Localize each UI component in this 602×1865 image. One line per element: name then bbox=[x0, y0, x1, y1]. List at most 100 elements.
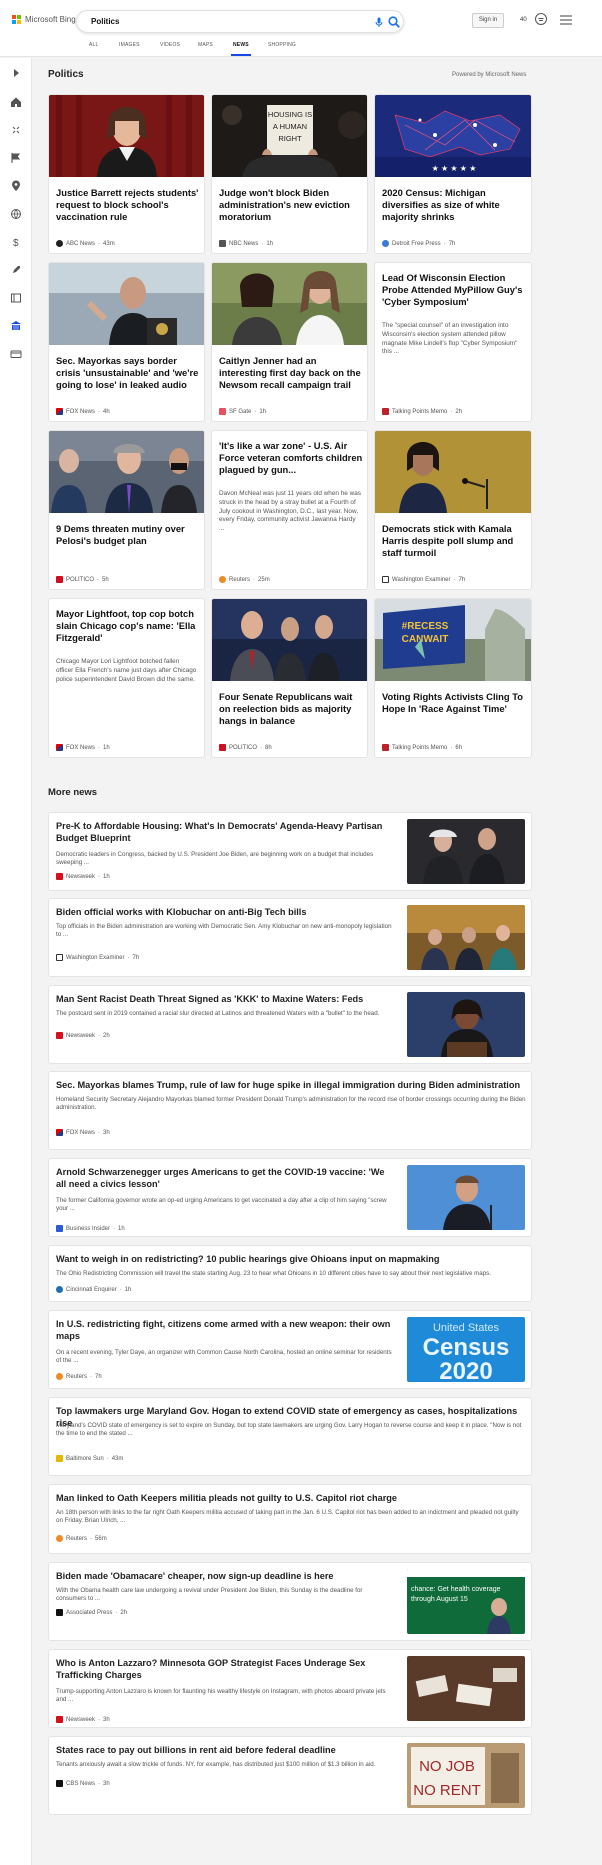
news-source[interactable]: FOX News · 3h bbox=[56, 1129, 110, 1136]
news-source[interactable]: Talking Points Memo · 6h bbox=[382, 744, 462, 751]
news-title[interactable]: Caitlyn Jenner had an interesting first … bbox=[219, 355, 363, 392]
news-source[interactable]: Reuters · 25m bbox=[219, 576, 270, 583]
news-source[interactable]: Business Insider · 1h bbox=[56, 1225, 125, 1232]
news-title[interactable]: Voting Rights Activists Cling To Hope In… bbox=[382, 691, 526, 715]
news-title[interactable]: Arnold Schwarzenegger urges Americans to… bbox=[56, 1166, 394, 1190]
news-card[interactable]: Mayor Lightfoot, top cop botch slain Chi… bbox=[48, 598, 205, 758]
list-item[interactable]: States race to pay out billions in rent … bbox=[48, 1736, 532, 1815]
list-item[interactable]: Man linked to Oath Keepers militia plead… bbox=[48, 1484, 532, 1554]
news-title[interactable]: Lead Of Wisconsin Election Probe Attende… bbox=[382, 272, 526, 309]
rocket-icon[interactable] bbox=[10, 264, 22, 276]
news-title[interactable]: Who is Anton Lazzaro? Minnesota GOP Stra… bbox=[56, 1657, 394, 1681]
list-item[interactable]: Want to weigh in on redistricting? 10 pu… bbox=[48, 1245, 532, 1302]
news-source[interactable]: Associated Press · 2h bbox=[56, 1609, 127, 1616]
menu-icon[interactable] bbox=[560, 15, 572, 25]
news-title[interactable]: Justice Barrett rejects students' reques… bbox=[56, 187, 200, 224]
search-box[interactable]: Politics bbox=[76, 10, 404, 33]
news-title[interactable]: Want to weigh in on redistricting? 10 pu… bbox=[56, 1253, 526, 1265]
news-thumbnail: HOUSING IS A HUMAN RIGHT bbox=[212, 95, 367, 177]
tab-shopping[interactable]: SHOPPING bbox=[268, 42, 296, 48]
svg-text:NO JOB: NO JOB bbox=[419, 1758, 475, 1775]
news-title[interactable]: Democrats stick with Kamala Harris despi… bbox=[382, 523, 526, 560]
tab-images[interactable]: IMAGES bbox=[119, 42, 140, 48]
news-title[interactable]: Sec. Mayorkas blames Trump, rule of law … bbox=[56, 1079, 526, 1091]
card-icon[interactable] bbox=[10, 348, 22, 360]
news-source[interactable]: Newsweek · 2h bbox=[56, 1032, 110, 1039]
sparkle-icon[interactable] bbox=[10, 124, 22, 136]
home-icon[interactable] bbox=[10, 96, 22, 108]
news-source[interactable]: Detroit Free Press · 7h bbox=[382, 240, 455, 247]
rewards-icon[interactable] bbox=[534, 12, 548, 26]
news-card[interactable]: Democrats stick with Kamala Harris despi… bbox=[374, 430, 532, 590]
news-source[interactable]: Cincinnati Enquirer · 1h bbox=[56, 1286, 131, 1293]
news-title[interactable]: Biden official works with Klobuchar on a… bbox=[56, 906, 394, 918]
microphone-icon[interactable] bbox=[373, 16, 385, 28]
news-title[interactable]: 2020 Census: Michigan diversifies as siz… bbox=[382, 187, 526, 224]
tab-news[interactable]: NEWS bbox=[233, 42, 249, 48]
news-title[interactable]: Judge won't block Biden administration's… bbox=[219, 187, 363, 224]
list-item[interactable]: In U.S. redistricting fight, citizens co… bbox=[48, 1310, 532, 1389]
news-source[interactable]: Newsweek · 3h bbox=[56, 1716, 110, 1723]
news-title[interactable]: States race to pay out billions in rent … bbox=[56, 1744, 394, 1756]
news-title[interactable]: Man linked to Oath Keepers militia plead… bbox=[56, 1492, 526, 1504]
news-source[interactable]: NBC News · 1h bbox=[219, 240, 273, 247]
news-source[interactable]: Reuters · 7h bbox=[56, 1373, 102, 1380]
news-source[interactable]: POLITICO · 5h bbox=[56, 576, 109, 583]
sign-in-button[interactable]: Sign in bbox=[472, 13, 504, 28]
news-card[interactable]: Four Senate Republicans wait on reelecti… bbox=[211, 598, 368, 758]
search-icon[interactable] bbox=[387, 15, 401, 29]
list-item[interactable]: Biden official works with Klobuchar on a… bbox=[48, 898, 532, 977]
search-input[interactable]: Politics bbox=[91, 17, 119, 26]
news-card[interactable]: ★ ★ ★ ★ ★ 2020 Census: Michigan diversif… bbox=[374, 94, 532, 254]
politics-icon[interactable] bbox=[10, 320, 22, 332]
news-source[interactable]: POLITICO · 8h bbox=[219, 744, 272, 751]
news-source[interactable]: Talking Points Memo · 2h bbox=[382, 408, 462, 415]
news-source[interactable]: Reuters · 56m bbox=[56, 1535, 107, 1542]
news-card[interactable]: Sec. Mayorkas says border crisis 'unsust… bbox=[48, 262, 205, 422]
list-item[interactable]: Arnold Schwarzenegger urges Americans to… bbox=[48, 1158, 532, 1237]
news-card[interactable]: 9 Dems threaten mutiny over Pelosi's bud… bbox=[48, 430, 205, 590]
tab-videos[interactable]: VIDEOS bbox=[160, 42, 180, 48]
news-source[interactable]: Washington Examiner · 7h bbox=[56, 954, 139, 961]
list-item[interactable]: Top lawmakers urge Maryland Gov. Hogan t… bbox=[48, 1397, 532, 1476]
film-icon[interactable] bbox=[10, 292, 22, 304]
news-source[interactable]: Baltimore Sun · 43m bbox=[56, 1455, 123, 1462]
news-source[interactable]: ABC News · 43m bbox=[56, 240, 115, 247]
news-title[interactable]: Four Senate Republicans wait on reelecti… bbox=[219, 691, 363, 728]
list-item[interactable]: Pre-K to Affordable Housing: What's In D… bbox=[48, 812, 532, 891]
bing-logo[interactable]: Microsoft Bing bbox=[12, 15, 76, 24]
news-title[interactable]: Biden made 'Obamacare' cheaper, now sign… bbox=[56, 1570, 394, 1582]
news-source[interactable]: Newsweek · 1h bbox=[56, 873, 110, 880]
news-title[interactable]: 9 Dems threaten mutiny over Pelosi's bud… bbox=[56, 523, 200, 547]
list-item[interactable]: Biden made 'Obamacare' cheaper, now sign… bbox=[48, 1562, 532, 1641]
news-title[interactable]: Man Sent Racist Death Threat Signed as '… bbox=[56, 993, 394, 1005]
news-title[interactable]: 'It's like a war zone' - U.S. Air Force … bbox=[219, 440, 363, 477]
news-source[interactable]: FOX News · 1h bbox=[56, 744, 110, 751]
svg-text:through August 15: through August 15 bbox=[411, 1596, 468, 1603]
news-source[interactable]: SF Gate · 1h bbox=[219, 408, 266, 415]
news-source[interactable]: Washington Examiner · 7h bbox=[382, 576, 465, 583]
news-card[interactable]: Caitlyn Jenner had an interesting first … bbox=[211, 262, 368, 422]
flag-icon[interactable] bbox=[10, 152, 22, 164]
location-icon[interactable] bbox=[10, 180, 22, 192]
news-card[interactable]: #RECESS CANWAIT Voting Rights Activists C… bbox=[374, 598, 532, 758]
news-card[interactable]: Justice Barrett rejects students' reques… bbox=[48, 94, 205, 254]
list-item[interactable]: Sec. Mayorkas blames Trump, rule of law … bbox=[48, 1071, 532, 1150]
news-title[interactable]: Mayor Lightfoot, top cop botch slain Chi… bbox=[56, 608, 200, 645]
tab-all[interactable]: ALL bbox=[89, 42, 99, 48]
news-title[interactable]: Sec. Mayorkas says border crisis 'unsust… bbox=[56, 355, 200, 392]
list-item[interactable]: Man Sent Racist Death Threat Signed as '… bbox=[48, 985, 532, 1064]
news-source[interactable]: FOX News · 4h bbox=[56, 408, 110, 415]
expand-icon[interactable] bbox=[10, 67, 22, 79]
list-item[interactable]: Who is Anton Lazzaro? Minnesota GOP Stra… bbox=[48, 1649, 532, 1728]
news-title[interactable]: In U.S. redistricting fight, citizens co… bbox=[56, 1318, 394, 1342]
rewards-points[interactable]: 40 bbox=[520, 17, 527, 23]
news-title[interactable]: Pre-K to Affordable Housing: What's In D… bbox=[56, 820, 394, 844]
news-card[interactable]: HOUSING IS A HUMAN RIGHT Judge won't block… bbox=[211, 94, 368, 254]
globe-icon[interactable] bbox=[10, 208, 22, 220]
news-card[interactable]: Lead Of Wisconsin Election Probe Attende… bbox=[374, 262, 532, 422]
tab-maps[interactable]: MAPS bbox=[198, 42, 213, 48]
news-card[interactable]: 'It's like a war zone' - U.S. Air Force … bbox=[211, 430, 368, 590]
money-icon[interactable]: $ bbox=[10, 236, 22, 248]
news-source[interactable]: CBS News · 3h bbox=[56, 1780, 110, 1787]
